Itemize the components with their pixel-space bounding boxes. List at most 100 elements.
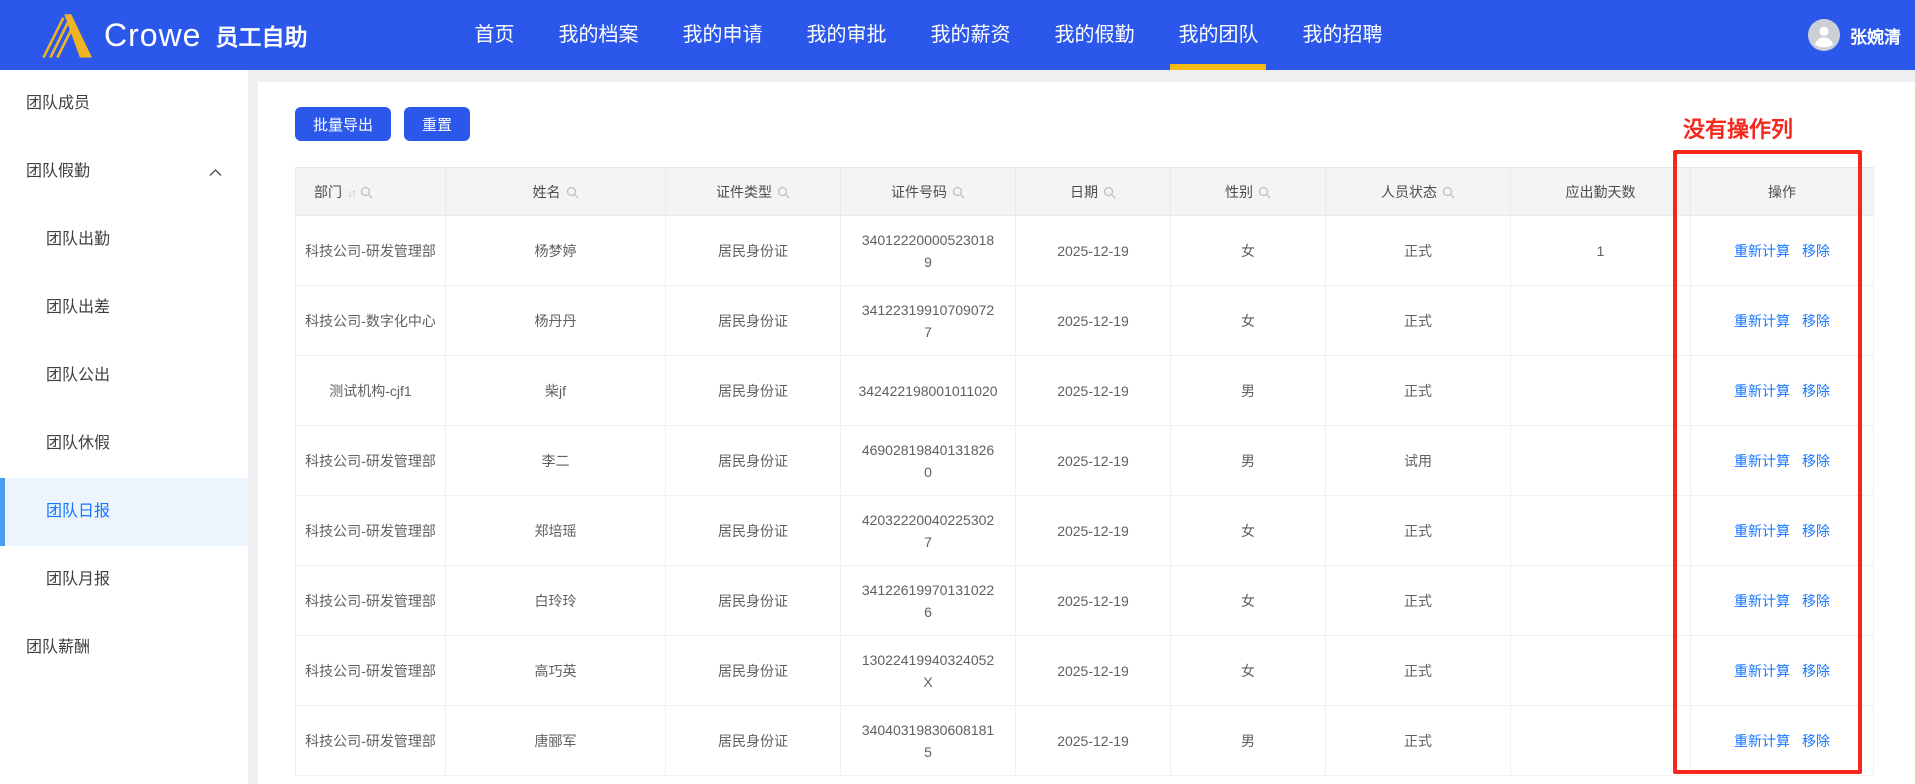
user-avatar-icon [1808, 19, 1840, 51]
cell-days [1510, 285, 1691, 356]
search-icon[interactable] [952, 186, 965, 199]
cell-actions: 重新计算 移除 [1690, 705, 1874, 776]
recalculate-link[interactable]: 重新计算 [1734, 523, 1790, 539]
search-icon[interactable] [1103, 186, 1116, 199]
sidebar-item-8[interactable]: 团队薪酬 [0, 614, 248, 682]
cell-days [1510, 705, 1691, 776]
remove-link[interactable]: 移除 [1802, 733, 1830, 749]
cell-actions: 重新计算 移除 [1690, 215, 1874, 286]
cell-actions: 重新计算 移除 [1690, 425, 1874, 496]
cell-actions: 重新计算 移除 [1690, 565, 1874, 636]
cell-name: 高巧英 [445, 635, 666, 706]
search-icon[interactable] [566, 186, 579, 199]
team-daily-report-table: 部门 ↓↑ 姓名 证件类型 证件号码 日期 性别 人员状态 应出勤天数 操作 科技公司-研发管理部… [295, 167, 1874, 776]
sidebar-item-2[interactable]: 团队出勤 [0, 206, 248, 274]
cell-dept: 科技公司-研发管理部 [295, 565, 446, 636]
id-number: 341223199107090727 [861, 301, 995, 340]
cell-id_no: 340122200005230189 [840, 215, 1016, 286]
brand: Crowe 员工自助 [40, 12, 307, 58]
cell-status: 试用 [1325, 425, 1511, 496]
column-label: 日期 [1070, 183, 1098, 200]
sidebar-item-6-active[interactable]: 团队日报 [0, 478, 248, 546]
recalculate-link[interactable]: 重新计算 [1734, 663, 1790, 679]
cell-id_type: 居民身份证 [665, 495, 841, 566]
sidebar-item-label: 团队休假 [46, 435, 111, 452]
batch-export-button[interactable]: 批量导出 [295, 107, 392, 141]
cell-gender: 男 [1170, 705, 1326, 776]
id-number: 342422198001011020 [858, 382, 998, 399]
remove-link[interactable]: 移除 [1802, 453, 1830, 469]
user-box[interactable]: 张婉清 [1808, 19, 1901, 51]
cell-gender: 女 [1170, 565, 1326, 636]
cell-name: 李二 [445, 425, 666, 496]
cell-id_type: 居民身份证 [665, 705, 841, 776]
sidebar-item-label: 团队月报 [46, 571, 111, 588]
sidebar-item-0[interactable]: 团队成员 [0, 70, 248, 138]
cell-date: 2025-12-19 [1015, 495, 1171, 566]
table-row: 科技公司-数字化中心 杨丹丹 居民身份证 341223199107090727 2025… [295, 285, 1874, 356]
remove-link[interactable]: 移除 [1802, 593, 1830, 609]
sidebar-item-5[interactable]: 团队休假 [0, 410, 248, 478]
nav-item-1[interactable]: 我的档案 [556, 0, 640, 70]
column-label: 操作 [1768, 183, 1796, 200]
recalculate-link[interactable]: 重新计算 [1734, 313, 1790, 329]
column-label: 证件类型 [716, 183, 772, 200]
id-number: 340403198306081815 [861, 721, 995, 760]
recalculate-link[interactable]: 重新计算 [1734, 733, 1790, 749]
recalculate-link[interactable]: 重新计算 [1734, 593, 1790, 609]
recalculate-link[interactable]: 重新计算 [1734, 383, 1790, 399]
remove-link[interactable]: 移除 [1802, 243, 1830, 259]
nav-item-3[interactable]: 我的审批 [804, 0, 888, 70]
chevron-up-icon[interactable] [209, 168, 222, 177]
remove-link[interactable]: 移除 [1802, 383, 1830, 399]
search-icon[interactable] [1258, 186, 1271, 199]
cell-days: 1 [1510, 215, 1691, 286]
app-root: Crowe 员工自助 首页 我的档案 我的申请 我的审批 我的薪资 我的假勤 我的团队 我的招… [0, 0, 1915, 784]
sidebar-item-label: 团队公出 [46, 367, 111, 384]
cell-date: 2025-12-19 [1015, 635, 1171, 706]
nav-item-5[interactable]: 我的假勤 [1052, 0, 1136, 70]
cell-name: 唐郦军 [445, 705, 666, 776]
table-row: 测试机构-cjf1 柴jf 居民身份证 342422198001011020 2025-… [295, 355, 1874, 426]
remove-link[interactable]: 移除 [1802, 523, 1830, 539]
table-header-row: 部门 ↓↑ 姓名 证件类型 证件号码 日期 性别 人员状态 应出勤天数 操作 [295, 167, 1874, 216]
nav-item-6-active[interactable]: 我的团队 [1170, 0, 1267, 70]
user-name: 张婉清 [1850, 27, 1901, 47]
cell-days [1510, 425, 1691, 496]
column-header-4: 日期 [1015, 167, 1171, 216]
remove-link[interactable]: 移除 [1802, 313, 1830, 329]
sidebar-item-1[interactable]: 团队假勤 [0, 138, 248, 206]
cell-days [1510, 355, 1691, 426]
cell-name: 杨丹丹 [445, 285, 666, 356]
cell-status: 正式 [1325, 215, 1511, 286]
cell-gender: 女 [1170, 285, 1326, 356]
reset-button[interactable]: 重置 [404, 107, 471, 141]
search-icon[interactable] [360, 186, 373, 199]
sidebar-item-4[interactable]: 团队公出 [0, 342, 248, 410]
recalculate-link[interactable]: 重新计算 [1734, 243, 1790, 259]
id-number: 340122200005230189 [861, 231, 995, 270]
search-icon[interactable] [1442, 186, 1455, 199]
column-header-7: 应出勤天数 [1510, 167, 1691, 216]
sort-icon[interactable]: ↓↑ [347, 186, 357, 200]
cell-days [1510, 635, 1691, 706]
cell-id_no: 469028198401318260 [840, 425, 1016, 496]
sidebar-item-label: 团队假勤 [26, 163, 91, 180]
nav-item-7[interactable]: 我的招聘 [1300, 0, 1384, 70]
sidebar-item-3[interactable]: 团队出差 [0, 274, 248, 342]
cell-gender: 男 [1170, 355, 1326, 426]
cell-gender: 女 [1170, 495, 1326, 566]
nav-item-4[interactable]: 我的薪资 [928, 0, 1012, 70]
remove-link[interactable]: 移除 [1802, 663, 1830, 679]
content-panel: 批量导出 重置 没有操作列 部门 ↓↑ 姓名 证件类型 证件号码 日期 性别 人员状态 应出勤天… [258, 82, 1915, 784]
nav-item-0[interactable]: 首页 [472, 0, 516, 70]
recalculate-link[interactable]: 重新计算 [1734, 453, 1790, 469]
cell-status: 正式 [1325, 565, 1511, 636]
search-icon[interactable] [777, 186, 790, 199]
cell-dept: 科技公司-研发管理部 [295, 425, 446, 496]
sidebar-item-7[interactable]: 团队月报 [0, 546, 248, 614]
cell-id_no: 420322200402253027 [840, 495, 1016, 566]
top-header: Crowe 员工自助 首页 我的档案 我的申请 我的审批 我的薪资 我的假勤 我的团队 我的招… [0, 0, 1915, 70]
nav-item-2[interactable]: 我的申请 [680, 0, 764, 70]
sidebar-item-label: 团队日报 [46, 503, 111, 520]
